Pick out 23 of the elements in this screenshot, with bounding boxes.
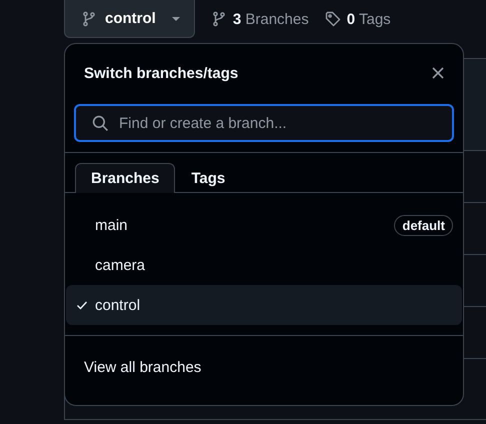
branch-select-button[interactable]: control [64, 0, 195, 38]
tab[interactable]: Branches [75, 163, 176, 193]
search-input[interactable]: Find or create a branch... [117, 114, 442, 132]
check-icon [76, 299, 88, 311]
search-icon [92, 114, 109, 132]
tag-icon [324, 11, 341, 27]
close-icon [431, 66, 445, 80]
tab[interactable]: Tags [175, 163, 242, 193]
stat-link[interactable]: 3 Branches [232, 10, 309, 28]
branch-name: control [95, 296, 142, 314]
view-all-branches-link[interactable]: View all branches [84, 359, 202, 376]
branch-icon [81, 10, 97, 26]
stat-link[interactable]: 0 Tags [346, 10, 391, 28]
branch-name: main [95, 216, 129, 234]
branch-item[interactable]: main default [66, 205, 462, 245]
branch-icon [210, 11, 227, 27]
search-field[interactable]: Find or create a branch... [74, 104, 454, 142]
caret-icon [172, 16, 180, 20]
popover-title: Switch branches/tags [84, 64, 238, 82]
branch-item[interactable]: control [66, 285, 462, 325]
branch-item[interactable]: camera [66, 245, 462, 285]
default-label: default [394, 214, 453, 236]
branch-name: camera [95, 256, 146, 274]
